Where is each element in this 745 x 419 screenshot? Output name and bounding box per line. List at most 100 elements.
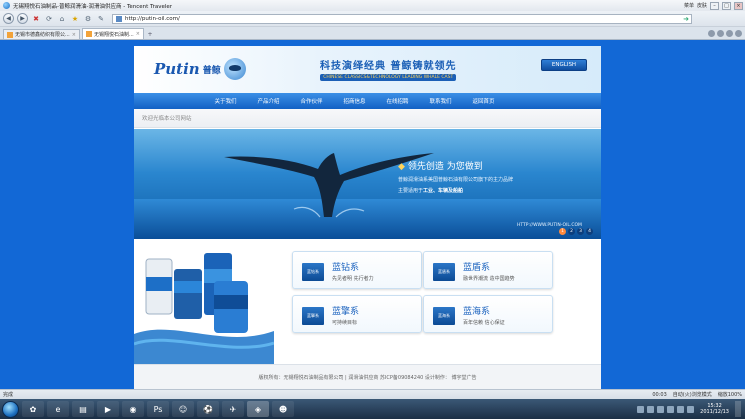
close-button[interactable]: × [734, 1, 743, 10]
tencent-traveler-task-icon[interactable]: ◈ [247, 401, 269, 417]
card-desc: 融世界潮流 造中国趋势 [463, 276, 515, 282]
folder-icon[interactable]: ▤ [72, 401, 94, 417]
product-card-lanqing[interactable]: 蓝擎系 蓝擎系 可持续目标 [292, 295, 422, 333]
tab-label: 无锡翔悦石油制... [93, 31, 134, 38]
taskbar-clock[interactable]: 15:32 2011/12/13 [700, 403, 729, 415]
browser-toolbar: ◀ ▶ ✖ ⟳ ⌂ ★ ⚙ ✎ http://putin-oil.com/ ➜ [0, 11, 745, 27]
nav-products[interactable]: 产品介绍 [247, 97, 290, 105]
tab-scroll-icon[interactable] [726, 30, 733, 37]
favorites-star-icon[interactable]: ★ [70, 14, 80, 24]
forward-button[interactable]: ▶ [17, 13, 28, 24]
status-timer: 00:03 [652, 391, 667, 398]
banner-page-3[interactable]: 3 [577, 228, 584, 235]
address-bar[interactable]: http://putin-oil.com/ ➜ [112, 13, 692, 24]
banner-sub2-strong: 工业、车辆及船舶 [423, 188, 464, 194]
address-url[interactable]: http://putin-oil.com/ [125, 16, 180, 22]
nav-contact[interactable]: 联系我们 [419, 97, 462, 105]
tab-list-icon[interactable] [708, 30, 715, 37]
nav-home[interactable]: 返回首页 [462, 97, 505, 105]
product-card-landun[interactable]: 蓝盾系 蓝盾系 融世界潮流 造中国趋势 [423, 251, 553, 289]
new-tab-icon[interactable]: + [146, 31, 154, 39]
colorful-app-icon[interactable]: ✿ [22, 401, 44, 417]
card-title: 蓝盾系 [463, 263, 491, 273]
banner-page-2[interactable]: 2 [568, 228, 575, 235]
tab-xiangyue[interactable]: 无锡翔悦石油制... × [81, 28, 144, 39]
card-desc: 可持续目标 [332, 320, 358, 326]
tray-security-icon[interactable] [657, 405, 665, 413]
site-header: Putin 普鲸 科技演绎经典 普鲸铸就领先 CHINESE CLASSICS&… [134, 46, 601, 93]
show-desktop-button[interactable] [735, 401, 741, 417]
window-titlebar: 无锡翔悦石油制品-普鲸润滑油-润滑油供应商 - Tencent Traveler… [0, 0, 745, 11]
nav-about[interactable]: 关于我们 [204, 97, 247, 105]
tab-favicon-icon [7, 31, 13, 38]
logo-chinese: 普鲸 [202, 65, 221, 76]
tab-close-icon[interactable]: × [72, 32, 76, 38]
system-tray: 15:32 2011/12/13 [637, 401, 745, 417]
logo-english: Putin [154, 60, 200, 78]
start-button[interactable] [2, 400, 19, 418]
card-title: 蓝钻系 [332, 263, 360, 273]
nav-jobs[interactable]: 在线招聘 [376, 97, 419, 105]
page-viewport: Putin 普鲸 科技演绎经典 普鲸铸就领先 CHINESE CLASSICS&… [0, 40, 745, 389]
tray-flag-icon[interactable] [687, 405, 695, 413]
nav-investment[interactable]: 招商信息 [333, 97, 376, 105]
product-card-lanzuan[interactable]: 蓝钻系 蓝钻系 先见者明 先行者力 [292, 251, 422, 289]
media-player-icon[interactable]: ▶ [97, 401, 119, 417]
tab-settings-icon[interactable] [717, 30, 724, 37]
ie-browser-icon[interactable]: e [47, 401, 69, 417]
tab-close-all-icon[interactable] [735, 30, 742, 37]
product-card-lanhai[interactable]: 蓝海系 蓝海系 百年信赖 信心保证 [423, 295, 553, 333]
lanzuan-series-icon: 蓝钻系 [302, 263, 324, 281]
card-desc: 百年信赖 信心保证 [463, 320, 505, 326]
back-button[interactable]: ◀ [3, 13, 14, 24]
tray-qq-icon[interactable] [667, 405, 675, 413]
tencent-traveler-icon [3, 2, 10, 9]
tab-dexin[interactable]: 无锡市德鑫纺织有限公... × [3, 29, 80, 39]
tab-strip: 无锡市德鑫纺织有限公... × 无锡翔悦石油制... × + [0, 27, 745, 40]
oil-barrels-image [134, 253, 274, 364]
browser-statusbar: 完成 00:03 自动(火)浏览模式 缩放100% [0, 389, 745, 399]
lanqing-series-icon: 蓝擎系 [302, 307, 324, 325]
sports-icon[interactable]: ⚽ [197, 401, 219, 417]
site-logo[interactable]: Putin 普鲸 [154, 58, 246, 80]
home-icon[interactable]: ⌂ [57, 14, 67, 24]
airplane-icon[interactable]: ✈ [222, 401, 244, 417]
browse-mode[interactable]: 自动(火)浏览模式 [673, 391, 712, 398]
photoshop-icon[interactable]: Ps [147, 401, 169, 417]
tray-volume-icon[interactable] [647, 405, 655, 413]
wand-icon[interactable]: ✎ [96, 14, 106, 24]
banner-headline: ◆ 领先创造 为您做到 [398, 159, 483, 172]
skin-link[interactable]: 皮肤 [697, 2, 707, 9]
banner-sub2: 主要适用于工业、车辆及船舶 [398, 187, 463, 194]
zoom-level[interactable]: 缩放100% [718, 391, 742, 398]
welcome-text: 欢迎光临本公司网站 [142, 116, 192, 122]
page-favicon-icon [116, 15, 122, 22]
banner-sub1: 普鲸润滑油系美国普鲸石油有限公司旗下的主力品牌 [398, 177, 514, 183]
qq-icon[interactable]: ☻ [272, 401, 294, 417]
banner-page-4[interactable]: 4 [586, 228, 593, 235]
users-icon[interactable]: ☺ [172, 401, 194, 417]
banner-headline-text: 领先创造 为您做到 [407, 162, 483, 172]
nav-partners[interactable]: 合作伙伴 [290, 97, 333, 105]
card-desc: 先见者明 先行者力 [332, 276, 374, 282]
firefox-icon[interactable]: ◉ [122, 401, 144, 417]
minimize-button[interactable]: – [710, 1, 719, 10]
refresh-icon[interactable]: ⟳ [44, 14, 54, 24]
banner-pager: 1 2 3 4 [559, 228, 593, 235]
english-button[interactable]: ENGLISH [541, 59, 587, 71]
banner-page-1[interactable]: 1 [559, 228, 566, 235]
slogan-chinese: 科技演绎经典 普鲸铸就领先 [320, 61, 457, 72]
menu-link[interactable]: 菜单 [684, 2, 694, 9]
lanhai-series-icon: 蓝海系 [433, 307, 455, 325]
maximize-button[interactable]: □ [722, 1, 731, 10]
status-text: 完成 [3, 392, 14, 398]
tray-input-icon[interactable] [677, 405, 685, 413]
go-arrow-icon[interactable]: ➜ [681, 15, 691, 23]
tray-network-icon[interactable] [637, 405, 645, 413]
tools-icon[interactable]: ⚙ [83, 14, 93, 24]
tab-close-icon[interactable]: × [136, 31, 140, 37]
footer-text: 版权所有：无锡翔悦石油制品有限公司 | 润滑油供应商 苏ICP备09084240… [258, 374, 477, 381]
stop-icon[interactable]: ✖ [31, 14, 41, 24]
tabbar-right-icons [708, 30, 745, 39]
site-footer: 版权所有：无锡翔悦石油制品有限公司 | 润滑油供应商 苏ICP备09084240… [134, 364, 601, 389]
